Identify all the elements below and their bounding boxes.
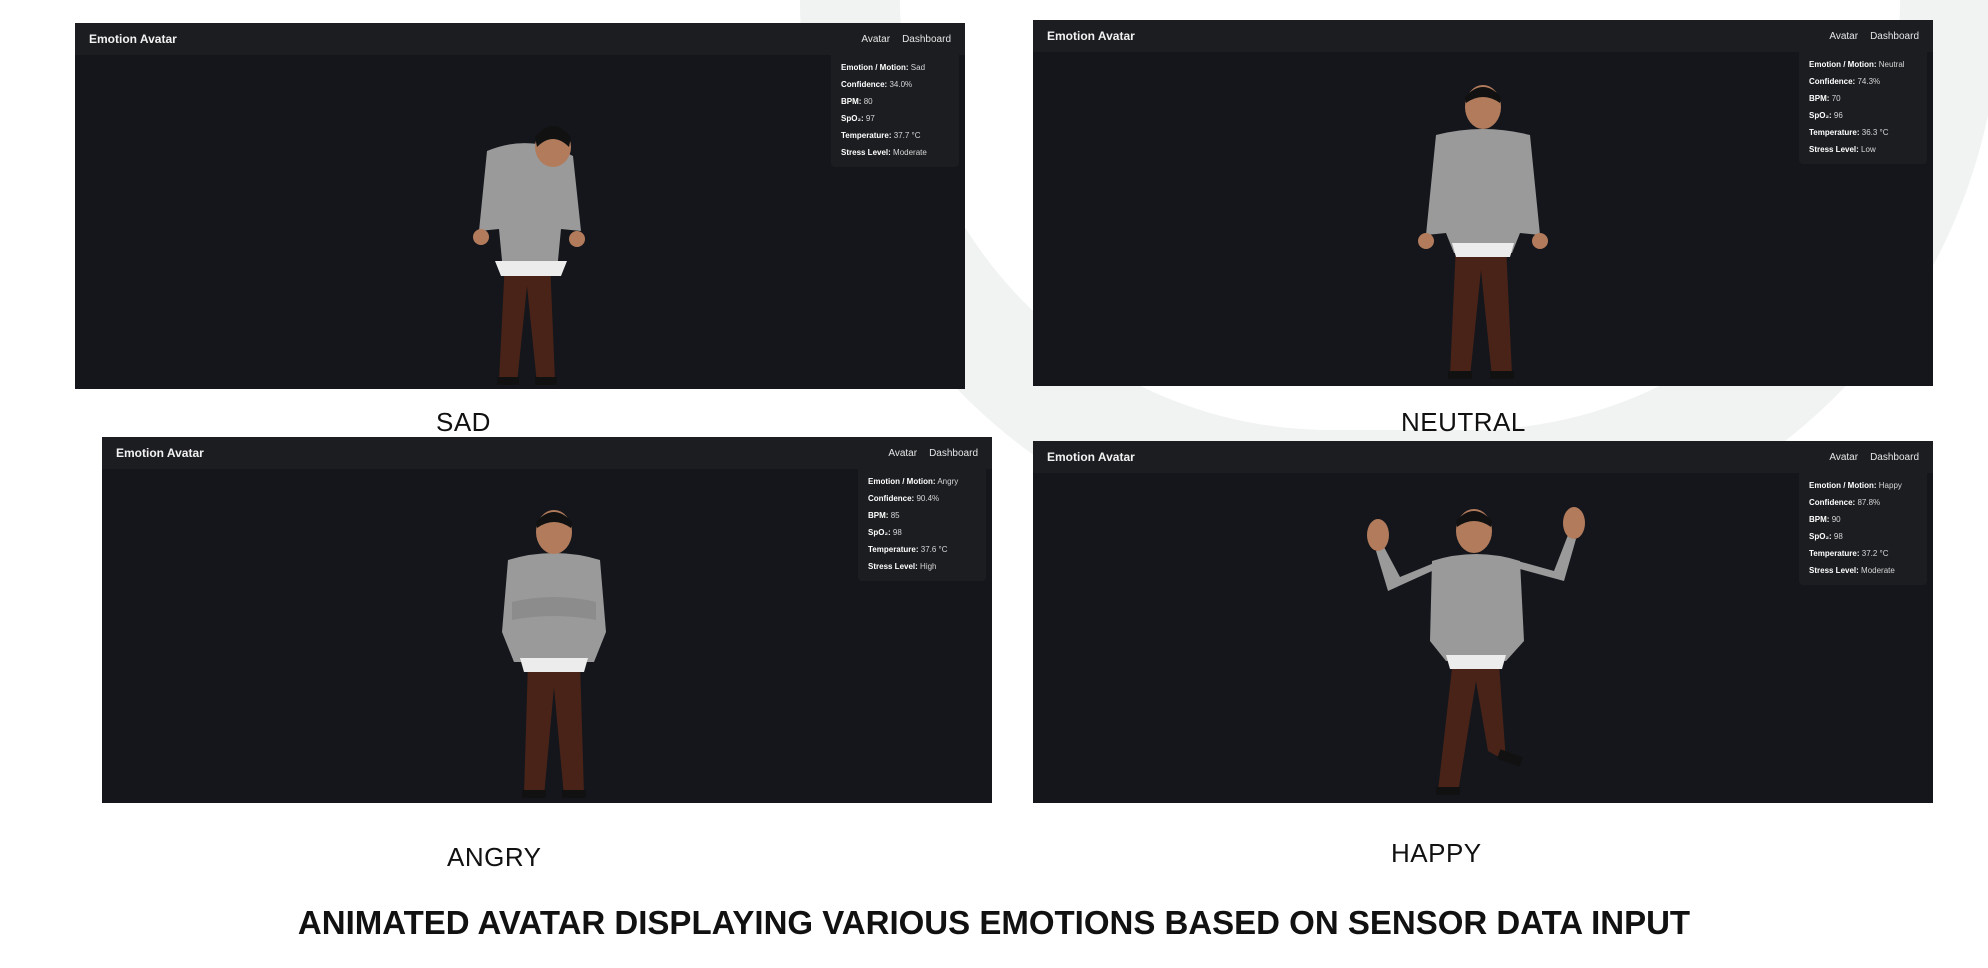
nav-dashboard-link[interactable]: Dashboard: [929, 448, 978, 459]
sensor-info-box: Emotion / Motion: Happy Confidence: 87.8…: [1799, 473, 1927, 585]
nav-dashboard-link[interactable]: Dashboard: [1870, 452, 1919, 463]
avatar-panel-sad: Emotion Avatar Avatar Dashboard Emotion …: [75, 23, 965, 389]
bpm-row: BPM: 85: [868, 511, 900, 520]
figure-title: ANIMATED AVATAR DISPLAYING VARIOUS EMOTI…: [297, 904, 1691, 941]
avatar-panel-happy: Emotion Avatar Avatar Dashboard Emotion …: [1033, 441, 1933, 803]
nav-avatar-link[interactable]: Avatar: [888, 448, 917, 459]
emotion-row: Emotion / Motion: Angry: [868, 477, 959, 486]
avatar-panel-neutral: Emotion Avatar Avatar Dashboard Emotion …: [1033, 20, 1933, 386]
caption-happy: HAPPY: [1391, 838, 1482, 868]
app-header: Emotion Avatar Avatar Dashboard: [75, 23, 965, 55]
app-header: Emotion Avatar Avatar Dashboard: [102, 437, 992, 469]
confidence-row: Confidence: 87.8%: [1809, 498, 1881, 507]
caption-neutral: NEUTRAL: [1401, 407, 1526, 437]
emotion-row: Emotion / Motion: Sad: [841, 63, 926, 72]
app-header: Emotion Avatar Avatar Dashboard: [1033, 20, 1933, 52]
nav-avatar-link[interactable]: Avatar: [1829, 31, 1858, 42]
avatar-figure-angry: [502, 510, 606, 798]
temperature-row: Temperature: 37.7 °C: [841, 131, 921, 140]
app-title: Emotion Avatar: [1047, 450, 1135, 464]
nav-dashboard-link[interactable]: Dashboard: [1870, 31, 1919, 42]
emotion-row: Emotion / Motion: Happy: [1809, 481, 1902, 490]
confidence-row: Confidence: 74.3%: [1809, 77, 1881, 86]
caption-angry: ANGRY: [447, 842, 542, 872]
bpm-row: BPM: 80: [841, 97, 873, 106]
bpm-row: BPM: 90: [1809, 515, 1841, 524]
spo2-row: SpO₂: 98: [868, 528, 902, 537]
sensor-info-box: Emotion / Motion: Sad Confidence: 34.0% …: [831, 55, 959, 167]
emotion-row: Emotion / Motion: Neutral: [1809, 60, 1905, 69]
stress-level-row: Stress Level: High: [868, 562, 937, 571]
stress-level-row: Stress Level: Moderate: [1809, 566, 1895, 575]
sensor-info-box: Emotion / Motion: Angry Confidence: 90.4…: [858, 469, 986, 581]
confidence-row: Confidence: 34.0%: [841, 80, 913, 89]
spo2-row: SpO₂: 96: [1809, 111, 1843, 120]
nav-links: Avatar Dashboard: [1829, 31, 1919, 42]
spo2-row: SpO₂: 98: [1809, 532, 1843, 541]
avatar-figure-happy: [1367, 507, 1585, 795]
nav-links: Avatar Dashboard: [861, 34, 951, 45]
temperature-row: Temperature: 37.6 °C: [868, 545, 948, 554]
confidence-row: Confidence: 90.4%: [868, 494, 940, 503]
avatar-panel-angry: Emotion Avatar Avatar Dashboard Emotion …: [102, 437, 992, 803]
temperature-row: Temperature: 37.2 °C: [1809, 549, 1889, 558]
stress-level-row: Stress Level: Low: [1809, 145, 1876, 154]
avatar-figure-sad: [473, 126, 585, 385]
caption-sad: SAD: [436, 407, 491, 437]
nav-links: Avatar Dashboard: [888, 448, 978, 459]
spo2-row: SpO₂: 97: [841, 114, 875, 123]
app-title: Emotion Avatar: [89, 32, 177, 46]
temperature-row: Temperature: 36.3 °C: [1809, 128, 1889, 137]
app-title: Emotion Avatar: [116, 446, 204, 460]
nav-links: Avatar Dashboard: [1829, 452, 1919, 463]
avatar-figure-neutral: [1418, 85, 1548, 379]
stress-level-row: Stress Level: Moderate: [841, 148, 927, 157]
nav-avatar-link[interactable]: Avatar: [861, 34, 890, 45]
nav-dashboard-link[interactable]: Dashboard: [902, 34, 951, 45]
nav-avatar-link[interactable]: Avatar: [1829, 452, 1858, 463]
bpm-row: BPM: 70: [1809, 94, 1841, 103]
sensor-info-box: Emotion / Motion: Neutral Confidence: 74…: [1799, 52, 1927, 164]
app-header: Emotion Avatar Avatar Dashboard: [1033, 441, 1933, 473]
app-title: Emotion Avatar: [1047, 29, 1135, 43]
